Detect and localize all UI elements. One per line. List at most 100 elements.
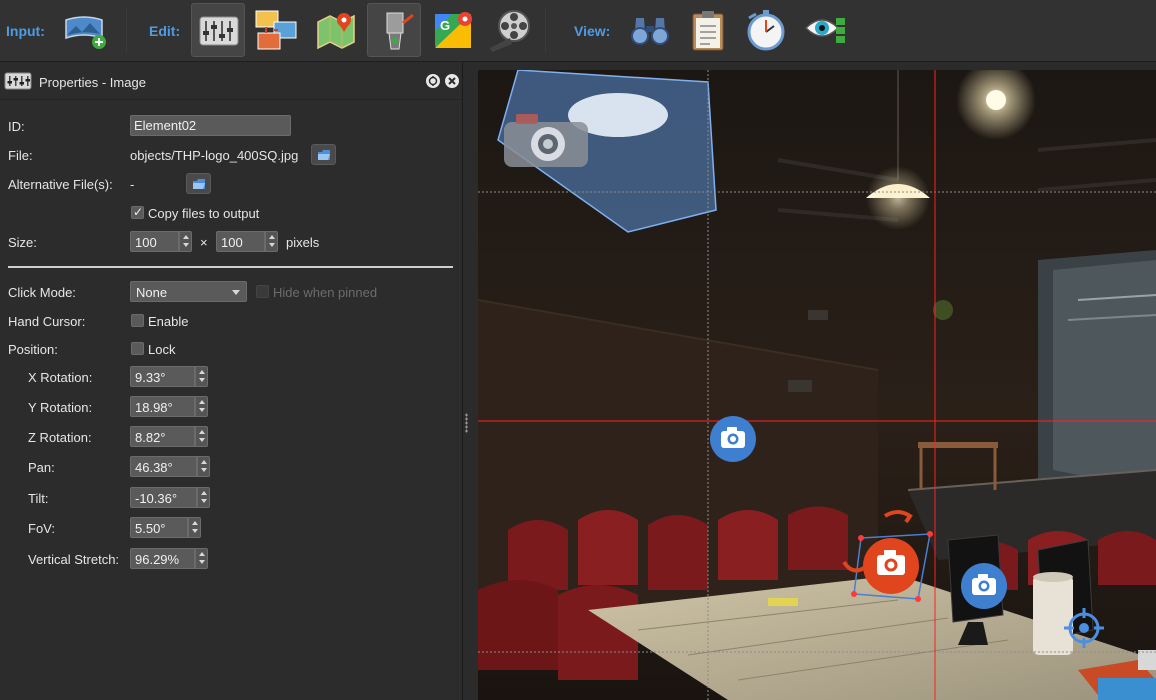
height-value[interactable]: 100 xyxy=(216,231,265,252)
pan-arrows[interactable] xyxy=(197,456,210,477)
hand-cursor-label: Hand Cursor: xyxy=(8,314,86,329)
width-stepper-arrows[interactable] xyxy=(179,231,192,252)
browse-alt-files-button[interactable] xyxy=(186,173,211,194)
section-divider xyxy=(8,266,453,268)
panorama-input-button[interactable] xyxy=(57,3,111,57)
x-rotation-stepper[interactable]: 9.33° xyxy=(130,366,208,387)
viewer-button[interactable] xyxy=(623,3,677,57)
properties-panel: Properties - Image ID: Element02 File: o… xyxy=(0,62,463,700)
google-maps-icon: G xyxy=(435,12,472,48)
alt-files-label: Alternative File(s): xyxy=(8,177,113,192)
y-rotation-stepper[interactable]: 18.98° xyxy=(130,396,208,417)
hide-when-pinned-checkbox[interactable] xyxy=(256,285,269,298)
y-rotation-label: Y Rotation: xyxy=(28,400,93,415)
map-pin-icon xyxy=(317,13,355,50)
lock-position-checkbox[interactable] xyxy=(131,342,144,355)
main-toolbar: Input: Edit: G View: xyxy=(0,0,1156,62)
vertical-stretch-stepper[interactable]: 96.29% xyxy=(130,548,208,569)
y-rotation-value[interactable]: 18.98° xyxy=(130,396,195,417)
height-stepper[interactable]: 100 xyxy=(216,231,278,252)
animation-button[interactable] xyxy=(483,3,537,57)
close-panel-button[interactable] xyxy=(445,74,459,88)
width-value[interactable]: 100 xyxy=(130,231,179,252)
pan-value[interactable]: 46.38° xyxy=(130,456,197,477)
properties-button[interactable] xyxy=(191,3,245,57)
x-rotation-value[interactable]: 9.33° xyxy=(130,366,195,387)
click-mode-select[interactable]: None xyxy=(130,281,247,302)
alt-files-value: - xyxy=(130,177,135,192)
fov-stepper[interactable]: 5.50° xyxy=(130,517,201,538)
panel-splitter[interactable] xyxy=(463,62,478,700)
click-mode-value: None xyxy=(136,285,168,300)
z-rotation-label: Z Rotation: xyxy=(28,430,92,445)
size-label: Size: xyxy=(8,235,37,250)
google-maps-button[interactable]: G xyxy=(427,3,481,57)
panorama-scene xyxy=(478,70,1156,700)
fov-arrows[interactable] xyxy=(188,517,201,538)
camera-hotspot[interactable] xyxy=(961,563,1007,609)
stopwatch-icon xyxy=(747,10,785,51)
width-stepper[interactable]: 100 xyxy=(130,231,192,252)
tilt-arrows[interactable] xyxy=(197,487,210,508)
panorama-viewer[interactable] xyxy=(478,70,1156,700)
file-path: objects/THP-logo_400SQ.jpg xyxy=(130,148,299,163)
camera-hotspot[interactable] xyxy=(710,416,756,462)
undock-button[interactable] xyxy=(426,74,440,88)
z-rotation-value[interactable]: 8.82° xyxy=(130,426,195,447)
close-icon xyxy=(448,77,456,85)
id-label: ID: xyxy=(8,119,25,134)
panel-header: Properties - Image xyxy=(0,62,463,100)
size-unit: pixels xyxy=(286,235,320,250)
undock-icon xyxy=(428,76,438,86)
tilt-label: Tilt: xyxy=(28,491,49,506)
input-label: Input: xyxy=(6,23,45,39)
fov-value[interactable]: 5.50° xyxy=(130,517,188,538)
enable-label: Enable xyxy=(148,314,189,329)
toolbar-separator xyxy=(126,8,127,52)
click-mode-label: Click Mode: xyxy=(8,285,76,300)
fov-label: FoV: xyxy=(28,521,55,536)
tour-browser-button[interactable] xyxy=(249,3,303,57)
visibility-button[interactable] xyxy=(799,3,853,57)
panorama-add-icon xyxy=(65,16,106,49)
copy-files-checkbox[interactable] xyxy=(131,205,144,219)
film-reel-icon xyxy=(490,10,530,52)
folder-icon xyxy=(193,179,205,189)
vertical-stretch-value[interactable]: 96.29% xyxy=(130,548,195,569)
panel-title: Properties - Image xyxy=(39,75,146,90)
splitter-grip[interactable] xyxy=(465,413,468,433)
tilt-value[interactable]: -10.36° xyxy=(130,487,197,508)
folder-icon xyxy=(318,150,330,160)
toolbar-separator xyxy=(545,8,546,52)
position-label: Position: xyxy=(8,342,58,357)
browse-file-button[interactable] xyxy=(311,144,336,165)
lock-label: Lock xyxy=(148,342,176,357)
z-rotation-arrows[interactable] xyxy=(195,426,208,447)
copy-files-label: Copy files to output xyxy=(148,206,260,221)
sliders-icon xyxy=(199,16,239,46)
eye-icon xyxy=(804,18,845,43)
speed-button[interactable] xyxy=(739,3,793,57)
pan-stepper[interactable]: 46.38° xyxy=(130,456,210,477)
view-label: View: xyxy=(574,23,611,39)
tilt-stepper[interactable]: -10.36° xyxy=(130,487,210,508)
tour-output-button[interactable] xyxy=(681,3,735,57)
floor-plan-button[interactable] xyxy=(309,3,363,57)
y-rotation-arrows[interactable] xyxy=(195,396,208,417)
pan-label: Pan: xyxy=(28,460,55,475)
paint-tool-icon xyxy=(386,12,414,50)
z-rotation-stepper[interactable]: 8.82° xyxy=(130,426,208,447)
height-stepper-arrows[interactable] xyxy=(265,231,278,252)
hide-when-pinned-label: Hide when pinned xyxy=(273,285,378,300)
svg-text:G: G xyxy=(440,18,450,33)
x-rotation-arrows[interactable] xyxy=(195,366,208,387)
x-rotation-label: X Rotation: xyxy=(28,370,93,385)
vertical-stretch-arrows[interactable] xyxy=(195,548,208,569)
size-times: × xyxy=(200,235,208,250)
image-tree-icon xyxy=(255,10,297,50)
binoculars-icon xyxy=(631,18,669,45)
edit-label: Edit: xyxy=(149,23,181,39)
patch-input-button[interactable] xyxy=(367,3,421,57)
hand-cursor-checkbox[interactable] xyxy=(131,314,144,327)
id-field[interactable]: Element02 xyxy=(130,115,291,136)
